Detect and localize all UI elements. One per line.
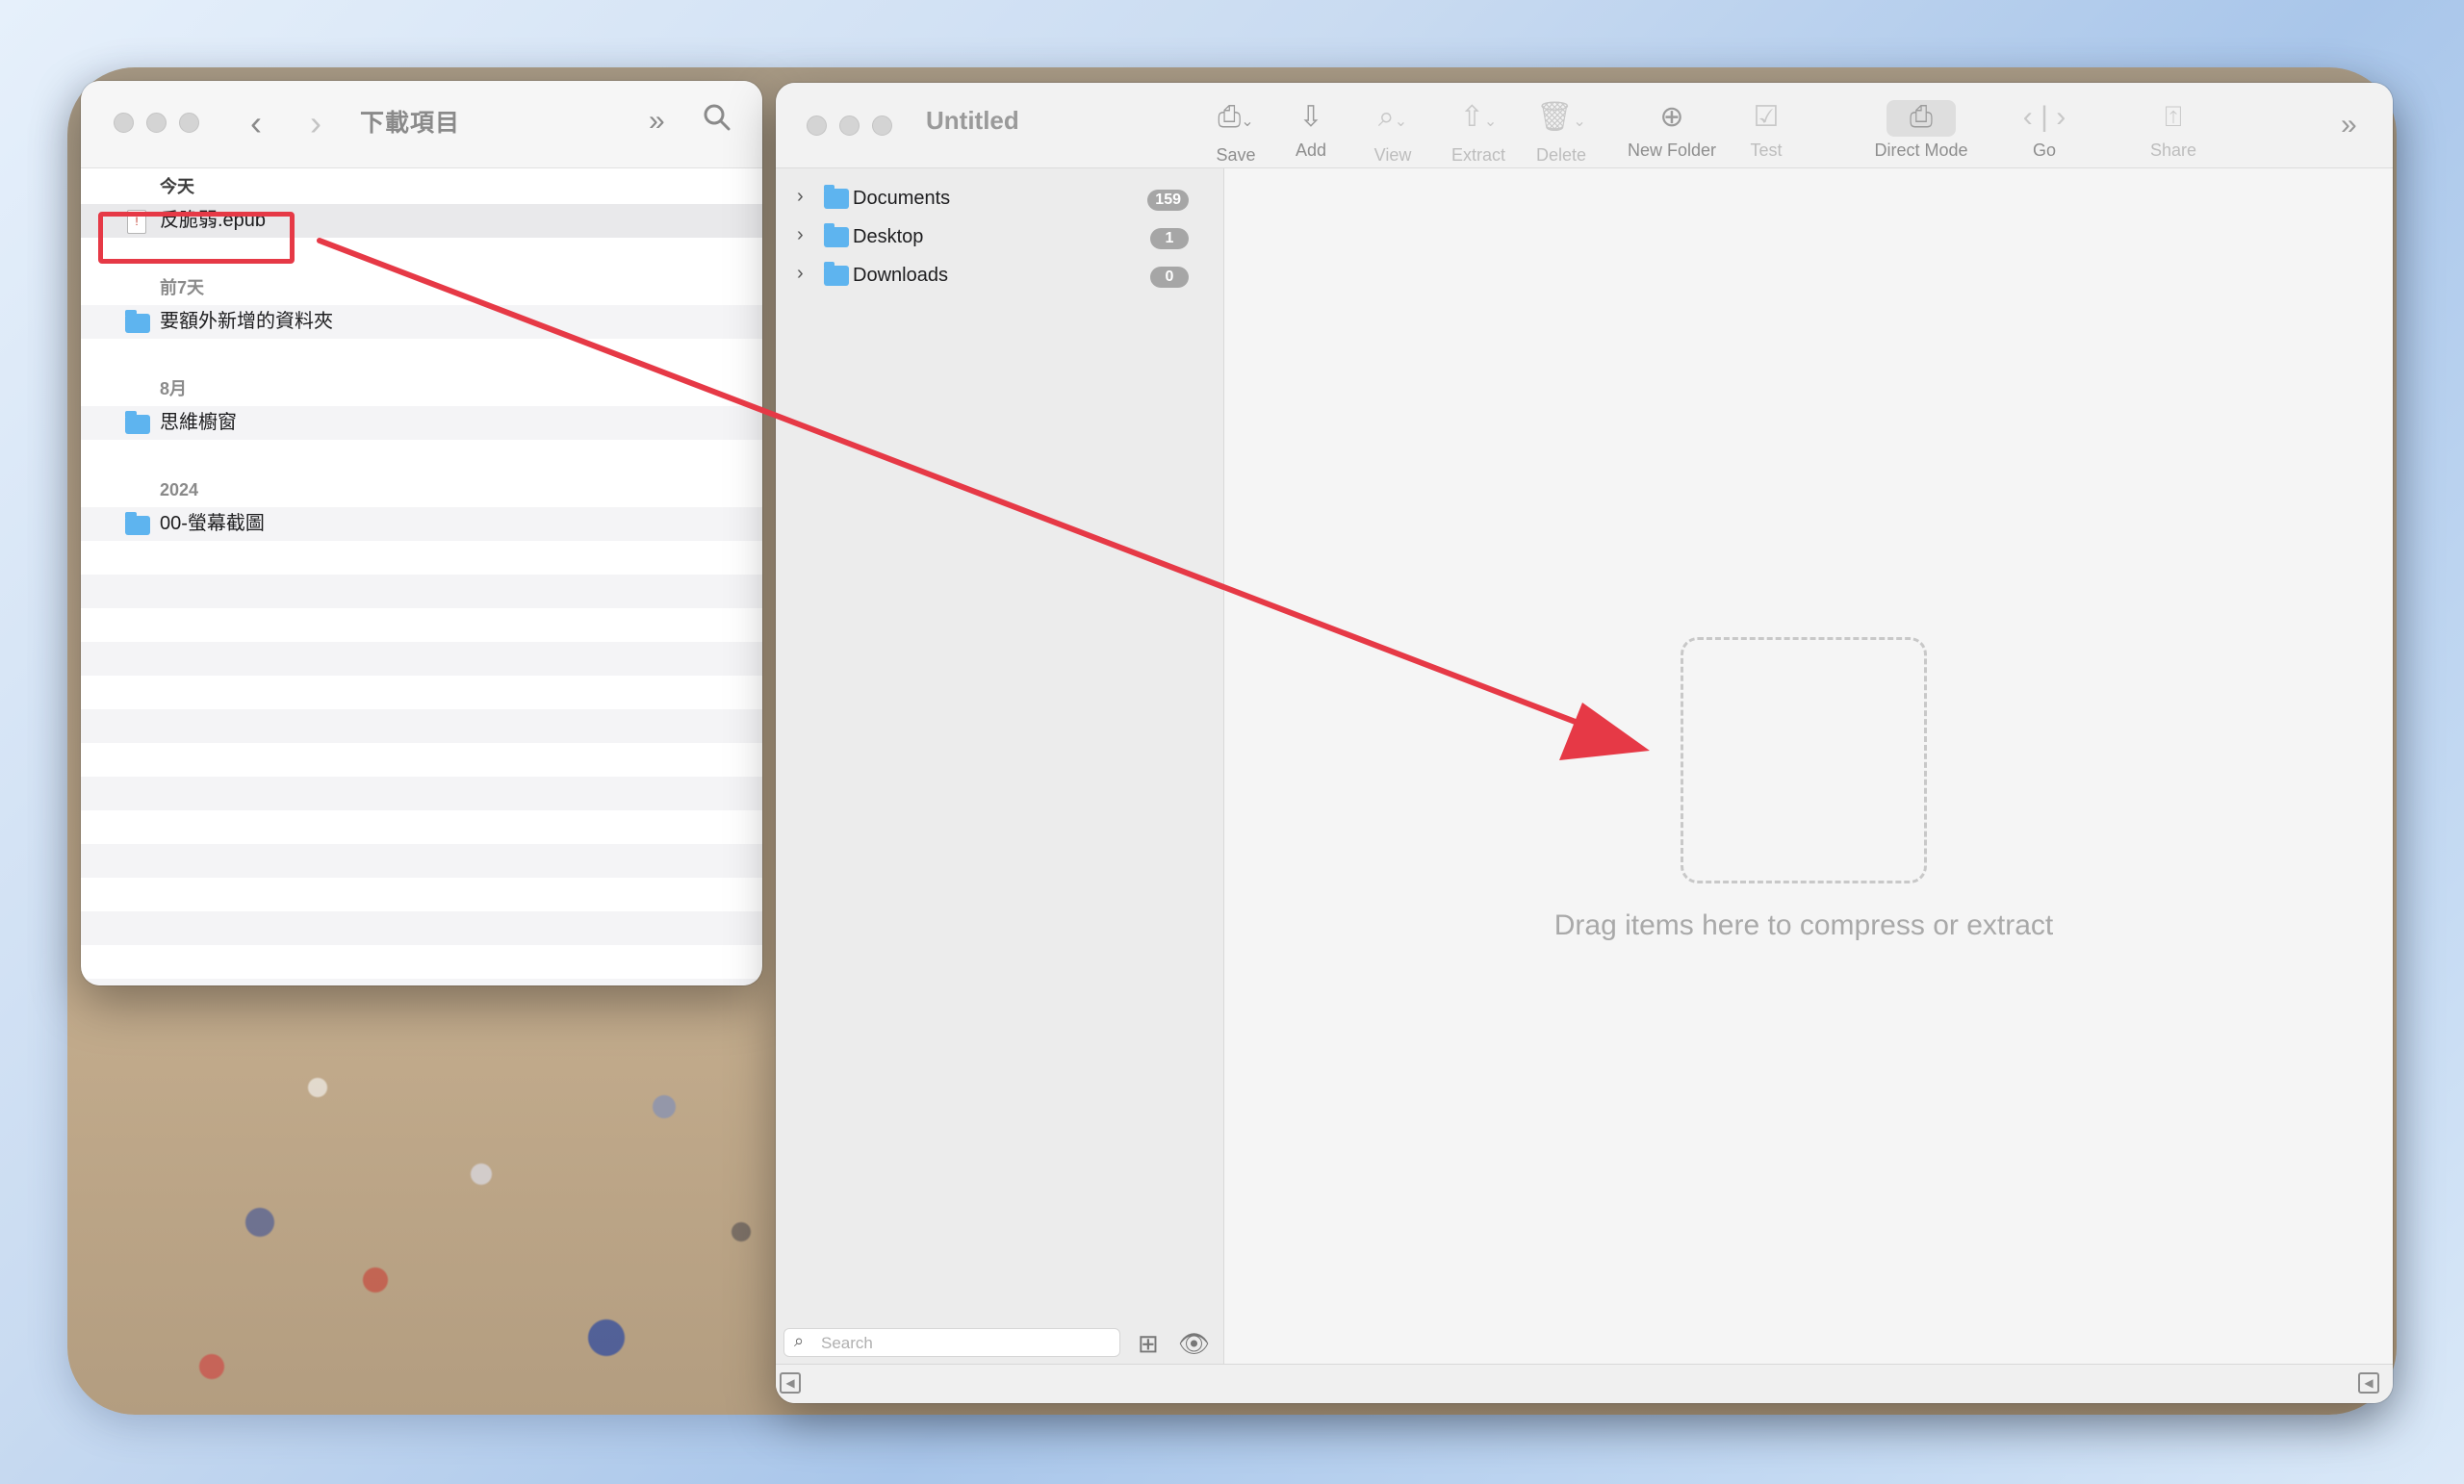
tree-view-icon[interactable]: ⊞ bbox=[1138, 1329, 1159, 1359]
toggle-sidebar-icon[interactable]: ◀ bbox=[780, 1372, 801, 1394]
trash-icon: 🗑︎⌄ bbox=[1536, 101, 1586, 133]
empty-row bbox=[81, 743, 762, 777]
go-button[interactable]: ‹ | › Go bbox=[2006, 100, 2083, 161]
share-button[interactable]: ⍐ Share bbox=[2144, 100, 2202, 161]
finder-title: 下載項目 bbox=[360, 110, 461, 137]
sidebar-item-downloads[interactable]: › Downloads 0 bbox=[776, 259, 1223, 294]
file-list: 今天 ! 反脆弱.epub 前7天 要額外新增的資料夾 8月 思維櫥窗 2024… bbox=[81, 170, 762, 985]
archiver-toolbar: Untitled ⎙⌄ Save ⇩ Add ⌕⌄ View ⇧⌄ Extrac… bbox=[776, 83, 2393, 168]
list-item-folder[interactable]: 要額外新增的資料夾 bbox=[81, 305, 762, 339]
chevron-right-icon[interactable]: › bbox=[797, 224, 804, 246]
zoom-button[interactable] bbox=[179, 113, 199, 133]
extract-icon: ⇧⌄ bbox=[1459, 101, 1498, 133]
empty-row bbox=[81, 676, 762, 709]
test-button[interactable]: ☑ Test bbox=[1740, 100, 1792, 161]
count-badge: 159 bbox=[1147, 190, 1189, 211]
forward-arrow-icon[interactable]: › bbox=[310, 102, 321, 144]
folder-name: 要額外新增的資料夾 bbox=[160, 311, 333, 332]
folder-name: 思維櫥窗 bbox=[160, 412, 237, 433]
empty-row bbox=[81, 575, 762, 608]
folder-icon bbox=[824, 185, 849, 209]
new-folder-button[interactable]: ⊕ New Folder bbox=[1619, 100, 1725, 161]
sidebar-search: ⌕ bbox=[783, 1328, 1120, 1357]
folder-name: 00-螢幕截圖 bbox=[160, 513, 265, 534]
drop-hint-text: Drag items here to compress or extract bbox=[1553, 909, 2054, 941]
archive-title: Untitled bbox=[926, 106, 1019, 135]
empty-row bbox=[81, 844, 762, 878]
archiver-window: Untitled ⎙⌄ Save ⇩ Add ⌕⌄ View ⇧⌄ Extrac… bbox=[776, 83, 2393, 1403]
empty-row bbox=[81, 777, 762, 810]
section-2024: 2024 bbox=[160, 480, 199, 499]
toggle-inspector-icon[interactable]: ◀ bbox=[2358, 1372, 2379, 1394]
empty-row bbox=[81, 945, 762, 979]
more-chevron-icon[interactable]: » bbox=[2341, 104, 2357, 146]
search-icon: ⌕ bbox=[794, 1331, 805, 1350]
archive-content-area[interactable]: Drag items here to compress or extract bbox=[1224, 168, 2393, 1365]
go-arrows-icon: ‹ | › bbox=[2022, 101, 2066, 133]
delete-button[interactable]: 🗑︎⌄ Delete bbox=[1530, 100, 1592, 166]
search-icon[interactable] bbox=[703, 100, 732, 142]
empty-row bbox=[81, 979, 762, 985]
minimize-button[interactable] bbox=[839, 115, 860, 136]
list-item-folder[interactable]: 00-螢幕截圖 bbox=[81, 507, 762, 541]
chevron-right-icon[interactable]: › bbox=[797, 186, 804, 208]
window-controls bbox=[114, 113, 199, 133]
extract-button[interactable]: ⇧⌄ Extract bbox=[1444, 100, 1513, 166]
empty-row bbox=[81, 608, 762, 642]
empty-row bbox=[81, 878, 762, 911]
chevron-right-icon[interactable]: › bbox=[797, 263, 804, 285]
window-controls bbox=[807, 115, 892, 136]
more-chevron-icon[interactable]: » bbox=[649, 100, 665, 142]
finder-window: ‹ › 下載項目 » 今天 ! 反脆弱.epub 前7天 要額外新增的資料夾 8… bbox=[81, 81, 762, 985]
save-button[interactable]: ⎙⌄ Save bbox=[1201, 100, 1270, 166]
search-input[interactable] bbox=[819, 1332, 1112, 1355]
add-button[interactable]: ⇩ Add bbox=[1282, 100, 1340, 161]
share-icon: ⍐ bbox=[2165, 101, 2182, 133]
new-folder-icon: ⊕ bbox=[1659, 101, 1684, 133]
drop-zone[interactable] bbox=[1681, 637, 1927, 883]
back-arrow-icon[interactable]: ‹ bbox=[250, 102, 262, 144]
highlight-annotation-box bbox=[98, 212, 295, 264]
minimize-button[interactable] bbox=[146, 113, 167, 133]
zoom-button[interactable] bbox=[872, 115, 892, 136]
empty-row bbox=[81, 709, 762, 743]
folder-icon bbox=[824, 223, 849, 247]
empty-row bbox=[81, 810, 762, 844]
sidebar: › Documents 159 › Desktop 1 › Downloads … bbox=[776, 168, 1224, 1403]
folder-icon bbox=[125, 411, 150, 434]
direct-mode-button[interactable]: ⎙ Direct Mode bbox=[1863, 100, 1979, 161]
sidebar-item-desktop[interactable]: › Desktop 1 bbox=[776, 220, 1223, 255]
folder-icon bbox=[125, 512, 150, 535]
close-button[interactable] bbox=[114, 113, 134, 133]
empty-row bbox=[81, 642, 762, 676]
save-archive-icon: ⎙⌄ bbox=[1218, 101, 1254, 133]
checkmark-icon: ☑ bbox=[1753, 101, 1780, 133]
section-today: 今天 bbox=[160, 177, 194, 196]
list-item-folder[interactable]: 思維櫥窗 bbox=[81, 406, 762, 440]
folder-icon bbox=[125, 310, 150, 333]
finder-toolbar: ‹ › 下載項目 » bbox=[81, 81, 762, 168]
sidebar-item-documents[interactable]: › Documents 159 bbox=[776, 182, 1223, 217]
close-button[interactable] bbox=[807, 115, 827, 136]
section-august: 8月 bbox=[160, 379, 188, 398]
count-badge: 0 bbox=[1150, 267, 1189, 288]
section-last-7-days: 前7天 bbox=[160, 278, 205, 297]
empty-row bbox=[81, 911, 762, 945]
folder-icon bbox=[824, 262, 849, 286]
preview-eye-icon[interactable]: 👁︎ bbox=[1178, 1329, 1210, 1359]
direct-mode-icon: ⎙ bbox=[1910, 101, 1933, 133]
add-icon: ⇩ bbox=[1298, 101, 1323, 133]
empty-row bbox=[81, 541, 762, 575]
status-bar: ◀ ◀ bbox=[776, 1364, 2393, 1403]
count-badge: 1 bbox=[1150, 228, 1189, 249]
view-button[interactable]: ⌕⌄ View bbox=[1363, 100, 1423, 166]
view-icon: ⌕⌄ bbox=[1377, 101, 1408, 133]
